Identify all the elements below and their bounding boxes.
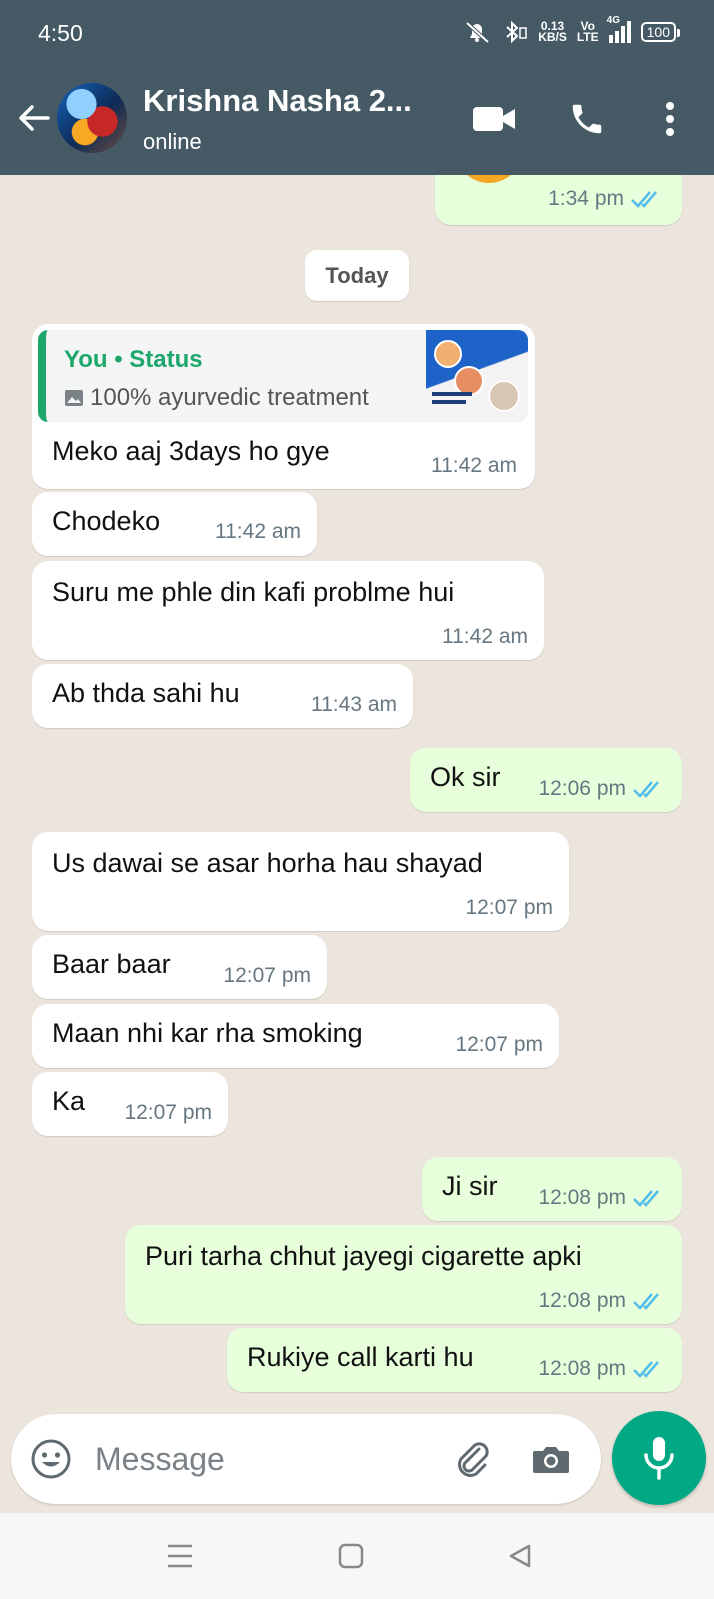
status-time: 4:50 bbox=[38, 20, 83, 46]
message-incoming[interactable]: Ka 12:07 pm bbox=[32, 1072, 228, 1136]
menu-icon bbox=[168, 1544, 192, 1568]
message-outgoing[interactable]: Ji sir 12:08 pm bbox=[422, 1157, 682, 1221]
status-thumbnail bbox=[426, 330, 528, 422]
nav-menu-button[interactable] bbox=[162, 1539, 198, 1573]
message-time: 12:08 pm bbox=[538, 1357, 666, 1381]
message-incoming[interactable]: Baar baar 12:07 pm bbox=[32, 935, 327, 999]
message-time: 12:07 pm bbox=[124, 1101, 212, 1124]
quote-text: 100% ayurvedic treatment bbox=[90, 384, 369, 411]
message-incoming[interactable]: Us dawai se asar horha hau shayad 12:07 … bbox=[32, 832, 569, 931]
message-incoming[interactable]: Ab thda sahi hu 11:43 am bbox=[32, 664, 413, 728]
message-text: Chodeko bbox=[52, 506, 161, 536]
message-text: Ab thda sahi hu bbox=[52, 678, 240, 708]
contact-name[interactable]: Krishna Nasha 2... bbox=[143, 83, 443, 119]
voice-call-button[interactable] bbox=[566, 98, 608, 140]
mic-icon bbox=[644, 1437, 674, 1480]
message-outgoing[interactable]: Ok sir 12:06 pm bbox=[410, 748, 682, 812]
message-text: Ka bbox=[52, 1086, 86, 1116]
message-text: Ji sir bbox=[442, 1171, 498, 1201]
message-time: 12:07 pm bbox=[223, 964, 311, 987]
more-vert-icon bbox=[666, 102, 674, 136]
signal-icon: 4G bbox=[607, 15, 631, 43]
message-input[interactable] bbox=[95, 1434, 435, 1484]
read-tick-icon bbox=[633, 1190, 659, 1207]
message-incoming[interactable]: Maan nhi kar rha smoking 12:07 pm bbox=[32, 1004, 559, 1068]
read-tick-icon bbox=[633, 781, 659, 798]
message-time: 11:42 am bbox=[431, 454, 517, 477]
app-bar: 4:50 0.13 KB/S Vo LTE 4G 100 Krishna Nas… bbox=[0, 0, 714, 175]
mic-button[interactable] bbox=[612, 1411, 706, 1505]
bluetooth-icon bbox=[506, 20, 527, 44]
system-nav-bar bbox=[0, 1513, 714, 1599]
video-call-button[interactable] bbox=[472, 98, 516, 140]
chat-area[interactable]: 1:34 pm Today You • Status 100% ayurvedi… bbox=[0, 175, 714, 1405]
message-outgoing[interactable]: Puri tarha chhut jayegi cigarette apki 1… bbox=[125, 1225, 682, 1324]
message-text: Us dawai se asar horha hau shayad bbox=[52, 848, 483, 878]
avatar[interactable] bbox=[57, 83, 127, 153]
contact-status: online bbox=[143, 129, 202, 154]
sticker-emoji bbox=[455, 175, 523, 183]
quote-line: 100% ayurvedic treatment bbox=[64, 384, 369, 412]
quoted-status[interactable]: You • Status 100% ayurvedic treatment bbox=[38, 330, 528, 422]
message-text: Maan nhi kar rha smoking bbox=[52, 1018, 363, 1048]
home-icon bbox=[338, 1543, 364, 1569]
nav-home-button[interactable] bbox=[333, 1539, 369, 1573]
message-text: Rukiye call karti hu bbox=[247, 1342, 474, 1372]
read-tick-icon bbox=[633, 1293, 659, 1310]
date-chip: Today bbox=[305, 250, 409, 301]
back-icon bbox=[509, 1544, 531, 1568]
read-tick-icon bbox=[631, 191, 657, 208]
volte-indicator: Vo LTE bbox=[576, 20, 599, 44]
camera-icon[interactable] bbox=[529, 1437, 573, 1481]
message-time: 11:43 am bbox=[311, 693, 397, 716]
message-time: 12:07 pm bbox=[465, 896, 553, 919]
message-incoming[interactable]: Chodeko 11:42 am bbox=[32, 492, 317, 556]
back-arrow-icon[interactable] bbox=[16, 100, 52, 136]
status-icons: 0.13 KB/S Vo LTE 4G 100 bbox=[462, 15, 681, 45]
image-icon bbox=[65, 390, 83, 406]
message-outgoing[interactable]: Rukiye call karti hu 12:08 pm bbox=[227, 1328, 682, 1392]
mute-icon bbox=[465, 21, 490, 44]
message-time: 11:42 am bbox=[442, 625, 528, 648]
message-time: 11:42 am bbox=[215, 520, 301, 543]
volte-bottom: LTE bbox=[576, 30, 599, 44]
message-time: 12:08 pm bbox=[538, 1186, 666, 1210]
video-call-icon bbox=[473, 107, 515, 131]
more-options-button[interactable] bbox=[660, 98, 680, 140]
attach-icon[interactable] bbox=[451, 1437, 495, 1481]
message-text: Puri tarha chhut jayegi cigarette apki bbox=[145, 1241, 582, 1271]
nav-back-button[interactable] bbox=[502, 1539, 538, 1573]
battery-icon: 100 bbox=[640, 22, 681, 42]
message-text: Ok sir bbox=[430, 762, 501, 792]
message-time: 1:34 pm bbox=[548, 187, 664, 211]
message-text: Baar baar bbox=[52, 949, 171, 979]
emoji-icon[interactable] bbox=[29, 1437, 73, 1481]
status-bar: 4:50 0.13 KB/S Vo LTE 4G 100 bbox=[0, 0, 714, 64]
read-tick-icon bbox=[633, 1361, 659, 1378]
message-time: 12:07 pm bbox=[455, 1033, 543, 1056]
message-incoming[interactable]: You • Status 100% ayurvedic treatment Me… bbox=[32, 324, 535, 489]
net-speed-unit: KB/S bbox=[538, 30, 567, 44]
net-speed: 0.13 KB/S bbox=[538, 20, 567, 44]
message-text: Suru me phle din kafi problme hui bbox=[52, 577, 455, 607]
message-text: Meko aaj 3days ho gye bbox=[52, 436, 330, 466]
message-outgoing[interactable]: 1:34 pm bbox=[435, 175, 682, 225]
quote-author: You • Status bbox=[64, 346, 203, 373]
network-type: 4G bbox=[606, 15, 620, 26]
message-incoming[interactable]: Suru me phle din kafi problme hui 11:42 … bbox=[32, 561, 544, 660]
message-time: 12:08 pm bbox=[538, 1289, 666, 1313]
message-time: 12:06 pm bbox=[538, 777, 666, 801]
message-composer bbox=[11, 1414, 601, 1504]
voice-call-icon bbox=[572, 104, 602, 134]
